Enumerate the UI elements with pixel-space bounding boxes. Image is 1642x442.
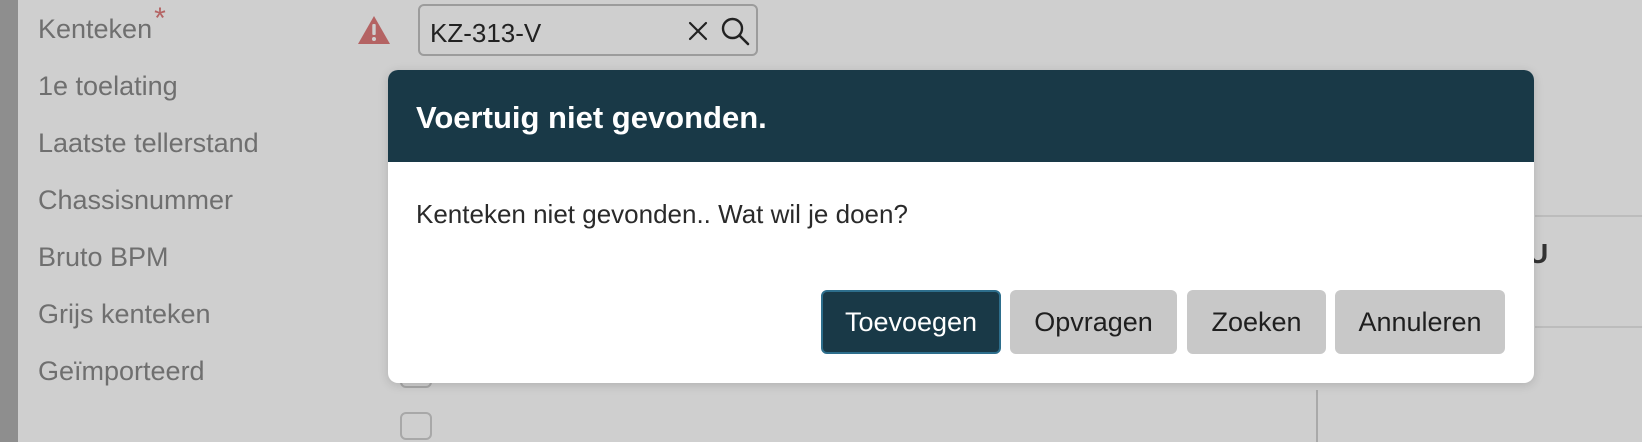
warning-triangle-icon [358,16,390,44]
close-icon[interactable] [686,19,710,43]
dialog-message: Kenteken niet gevonden.. Wat wil je doen… [416,199,908,229]
field-label-laatste-tellerstand: Laatste tellerstand [38,128,259,158]
cancel-button[interactable]: Annuleren [1335,290,1505,354]
search-icon[interactable] [720,16,750,46]
vehicle-not-found-dialog: Voertuig niet gevonden. Kenteken niet ge… [388,70,1534,383]
field-label-grijs-kenteken: Grijs kenteken [38,299,211,329]
field-label-kenteken: Kenteken* [38,4,166,44]
dialog-header: Voertuig niet gevonden. [388,70,1534,162]
next-field-checkbox[interactable] [400,412,432,440]
license-plate-input[interactable]: KZ-313-V [418,4,758,56]
field-label-1e-toelating: 1e toelating [38,71,178,101]
dialog-title: Voertuig niet gevonden. [416,100,767,135]
panel-row-divider [1535,326,1642,328]
request-button[interactable]: Opvragen [1010,290,1177,354]
search-button[interactable]: Zoeken [1187,290,1326,354]
window-edge [0,0,18,442]
field-label-chassisnummer: Chassisnummer [38,185,234,215]
field-label-geimporteerd: Geïmporteerd [38,356,205,386]
add-button[interactable]: Toevoegen [821,290,1001,354]
panel-row-divider [1535,215,1642,217]
panel-divider [1316,390,1318,442]
field-label-bruto-bpm: Bruto BPM [38,242,169,272]
license-plate-value[interactable]: KZ-313-V [430,18,541,49]
kenteken-label-text: Kenteken [38,14,153,44]
required-marker: * [154,2,166,35]
